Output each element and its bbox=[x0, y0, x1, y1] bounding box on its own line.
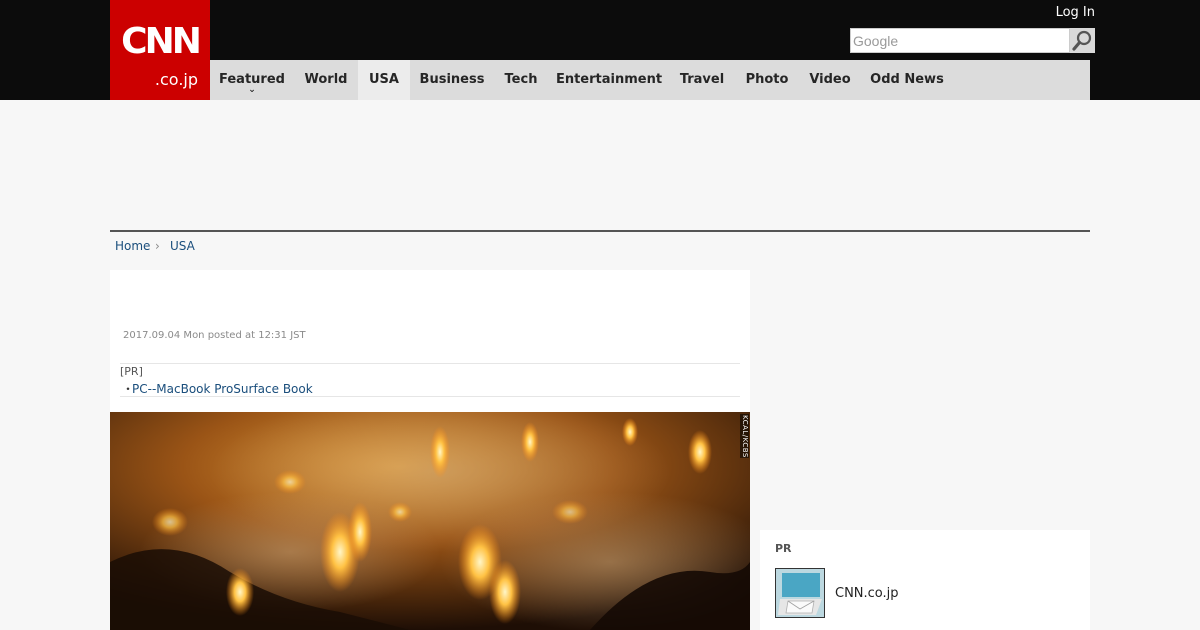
cnn-logo[interactable]: CNN .co.jp bbox=[110, 0, 210, 100]
nav-item-world[interactable]: World bbox=[294, 60, 358, 100]
pr-thumbnail[interactable] bbox=[775, 568, 825, 618]
logo-wordmark: CNN bbox=[121, 21, 202, 62]
sidebar-pr-label: PR bbox=[775, 542, 792, 555]
laptop-mail-icon bbox=[776, 569, 824, 617]
login-link[interactable]: Log In bbox=[1040, 5, 1095, 21]
wildfire-image bbox=[110, 412, 750, 630]
nav-item-video[interactable]: Video bbox=[800, 60, 860, 100]
main-nav: Featured ⌄ World USA Business Tech Enter… bbox=[210, 60, 1090, 100]
article-card: 2017.09.04 Mon posted at 12:31 JST [PR] … bbox=[110, 270, 750, 630]
nav-item-entertainment[interactable]: Entertainment bbox=[548, 60, 670, 100]
nav-item-label: Odd News bbox=[870, 72, 944, 87]
nav-item-label: Business bbox=[419, 72, 485, 87]
search-icon bbox=[1072, 30, 1092, 51]
nav-item-label: Video bbox=[809, 72, 851, 87]
pr-box: [PR] ・ PC--MacBook ProSurface Book bbox=[120, 363, 740, 397]
article-photo: KCAL/KCBS bbox=[110, 412, 750, 630]
photo-credit: KCAL/KCBS bbox=[740, 414, 749, 458]
nav-item-odd-news[interactable]: Odd News bbox=[860, 60, 954, 100]
breadcrumb-home[interactable]: Home bbox=[115, 238, 150, 254]
sidebar-pr-link[interactable]: CNN.co.jp bbox=[835, 586, 899, 602]
sidebar-pr-box: PR CNN.co.jp bbox=[760, 530, 1090, 630]
ad-area-divider bbox=[110, 230, 1090, 232]
breadcrumb-current[interactable]: USA bbox=[170, 238, 195, 254]
nav-item-photo[interactable]: Photo bbox=[734, 60, 800, 100]
nav-item-tech[interactable]: Tech bbox=[494, 60, 548, 100]
nav-item-business[interactable]: Business bbox=[410, 60, 494, 100]
nav-item-label: Photo bbox=[745, 72, 789, 87]
nav-item-label: Travel bbox=[679, 72, 725, 87]
pr-link[interactable]: PC--MacBook ProSurface Book bbox=[132, 381, 313, 397]
nav-item-label: World bbox=[304, 72, 348, 87]
nav-item-featured[interactable]: Featured ⌄ bbox=[210, 60, 294, 100]
logo-domain: .co.jp bbox=[154, 70, 198, 89]
search-input[interactable] bbox=[851, 29, 1069, 52]
article-dateline: 2017.09.04 Mon posted at 12:31 JST bbox=[123, 330, 306, 341]
pr-label: [PR] bbox=[120, 365, 143, 378]
nav-item-usa[interactable]: USA bbox=[358, 60, 410, 100]
search-box bbox=[850, 28, 1070, 53]
search-button[interactable] bbox=[1070, 28, 1095, 53]
nav-item-label: Tech bbox=[504, 72, 538, 87]
nav-item-travel[interactable]: Travel bbox=[670, 60, 734, 100]
nav-item-label: Entertainment bbox=[555, 72, 663, 87]
chevron-down-icon: ⌄ bbox=[248, 85, 256, 95]
chevron-right-icon: › bbox=[155, 239, 160, 253]
nav-item-label: USA bbox=[369, 72, 399, 87]
